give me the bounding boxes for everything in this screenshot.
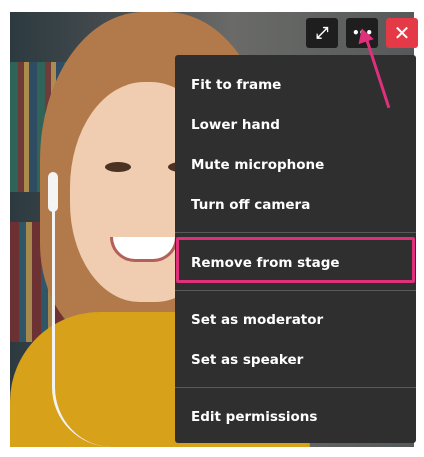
close-button[interactable]: ✕ (386, 18, 418, 48)
expand-button[interactable]: ⤢ (306, 18, 338, 48)
menu-item-set-as-moderator[interactable]: Set as moderator (175, 301, 416, 339)
earbud (48, 172, 58, 212)
menu-item-edit-permissions[interactable]: Edit permissions (175, 398, 416, 436)
menu-divider (175, 290, 416, 291)
menu-divider (175, 387, 416, 388)
expand-icon: ⤢ (315, 23, 329, 42)
menu-divider (175, 232, 416, 233)
menu-item-lower-hand[interactable]: Lower hand (175, 106, 416, 144)
participant-eye-left (105, 162, 131, 172)
menu-item-mute-microphone[interactable]: Mute microphone (175, 146, 416, 184)
close-icon: ✕ (393, 21, 411, 45)
menu-item-turn-off-camera[interactable]: Turn off camera (175, 186, 416, 224)
earbud-wire (52, 207, 115, 447)
menu-item-set-as-speaker[interactable]: Set as speaker (175, 341, 416, 379)
highlight-box (176, 237, 415, 283)
